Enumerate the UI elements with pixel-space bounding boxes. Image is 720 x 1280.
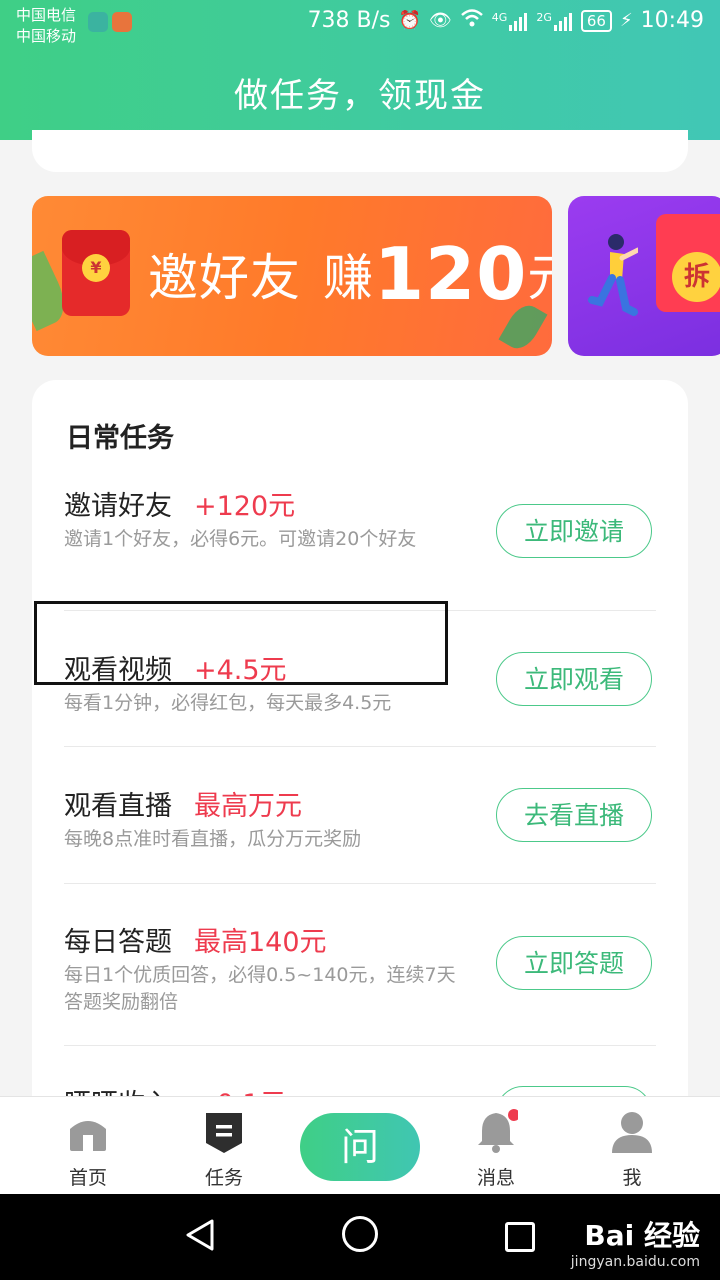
tab-me[interactable]: 我 — [582, 1097, 682, 1195]
ask-button[interactable]: 问 — [300, 1113, 420, 1181]
signal-icon: 4G — [492, 11, 529, 31]
invite-banner-earn: 赚 — [323, 249, 374, 307]
network-speed: 738 B/s — [307, 8, 391, 33]
back-icon[interactable] — [184, 1218, 216, 1252]
charging-icon: ⚡ — [619, 10, 633, 31]
running-person-illustration — [588, 234, 638, 316]
signal-icon-2: 2G — [536, 11, 573, 31]
answer-now-button[interactable]: 立即答题 — [496, 936, 652, 990]
coin-icon: ¥ — [82, 254, 110, 282]
task-reward: 最高万元 — [194, 791, 302, 822]
carrier-info: 中国电信 中国移动 — [16, 5, 76, 47]
tasks-icon — [206, 1113, 242, 1153]
page-title: 做任务，领现金 — [234, 76, 486, 116]
tab-home[interactable]: 首页 — [38, 1097, 138, 1195]
task-description: 每晚8点准时看直播，瓜分万元奖励 — [64, 828, 362, 850]
task-name: 观看直播 — [64, 791, 172, 822]
status-bar-right: 738 B/s ⏰ 👁 4G 2G 66 ⚡ 10:49 — [308, 8, 704, 33]
clock: 10:49 — [640, 8, 704, 33]
previous-card-bottom — [32, 130, 688, 172]
unread-dot — [508, 1109, 518, 1121]
eye-icon: 👁 — [428, 10, 452, 31]
invite-now-button[interactable]: 立即邀请 — [496, 504, 652, 558]
watermark-sub: jingyan.baidu.com — [570, 1254, 700, 1270]
divider — [64, 746, 656, 747]
highlight-box — [34, 601, 448, 685]
signal-label-1: 4G — [491, 10, 508, 24]
divider — [64, 883, 656, 884]
tab-messages-label: 消息 — [476, 1167, 515, 1189]
invite-banner-unit: 元 — [527, 249, 552, 307]
baidu-watermark: Bai 经验 jingyan.baidu.com — [571, 1214, 700, 1270]
task-reward: 最高140元 — [194, 927, 327, 958]
tab-tasks[interactable]: 任务 — [174, 1097, 274, 1195]
task-reward: +120元 — [194, 491, 296, 522]
task-title: 每日答题 最高140元 — [64, 920, 327, 959]
daily-tasks-title: 日常任务 — [66, 423, 174, 454]
open-packet-label: 拆 — [672, 252, 720, 302]
watermark-main: Bai 经验 — [584, 1219, 700, 1252]
watch-now-button[interactable]: 立即观看 — [496, 652, 652, 706]
task-description: 每看1分钟，必得红包，每天最多4.5元 — [64, 692, 392, 714]
tab-me-label: 我 — [622, 1167, 642, 1189]
task-name: 每日答题 — [64, 927, 172, 958]
shop-notification-icon — [112, 12, 132, 32]
task-description: 邀请1个好友，必得6元。可邀请20个好友 — [64, 528, 417, 550]
app-notification-icon — [88, 12, 108, 32]
battery-indicator: 66 — [580, 9, 612, 32]
red-packet-icon: 拆 — [656, 214, 720, 312]
home-nav-icon[interactable] — [342, 1216, 378, 1252]
daily-tasks-card: 日常任务 邀请好友 +120元 邀请1个好友，必得6元。可邀请20个好友 立即邀请… — [32, 380, 688, 1140]
invite-banner[interactable]: ¥ 邀好友赚120元 — [32, 196, 552, 356]
signal-label-2: 2G — [536, 10, 552, 24]
tab-tasks-label: 任务 — [204, 1167, 243, 1189]
divider — [64, 1045, 656, 1046]
red-packet-icon: ¥ — [62, 230, 130, 316]
invite-banner-text: 邀好友赚120元 — [148, 232, 552, 316]
notification-icons — [88, 12, 132, 32]
tab-messages[interactable]: 消息 — [446, 1097, 546, 1195]
invite-banner-amount: 120 — [374, 232, 528, 316]
invite-banner-label: 邀好友 — [148, 249, 301, 307]
system-nav-bar: Bai 经验 jingyan.baidu.com — [0, 1194, 720, 1280]
user-icon — [612, 1112, 652, 1153]
home-icon — [70, 1121, 106, 1151]
bell-icon — [478, 1109, 518, 1153]
alarm-icon: ⏰ — [398, 10, 421, 31]
task-description: 每日1个优质回答，必得0.5~140元，连续7天答题奖励翻倍 — [64, 964, 456, 1013]
wifi-icon — [460, 8, 484, 33]
task-name: 邀请好友 — [64, 491, 172, 522]
task-title: 观看直播 最高万元 — [64, 784, 302, 823]
carrier-1: 中国电信 — [16, 6, 77, 24]
recent-apps-icon[interactable] — [505, 1222, 535, 1252]
task-title: 邀请好友 +120元 — [64, 484, 295, 523]
bottom-tab-bar: 首页 任务 问 消息 我 — [0, 1096, 720, 1195]
watch-live-button[interactable]: 去看直播 — [496, 788, 652, 842]
tab-home-label: 首页 — [68, 1167, 107, 1189]
app-header: 中国电信 中国移动 738 B/s ⏰ 👁 4G 2G 66 ⚡ 10:49 做… — [0, 0, 720, 140]
carrier-2: 中国移动 — [16, 27, 77, 45]
red-packet-banner[interactable]: 拆 — [568, 196, 720, 356]
